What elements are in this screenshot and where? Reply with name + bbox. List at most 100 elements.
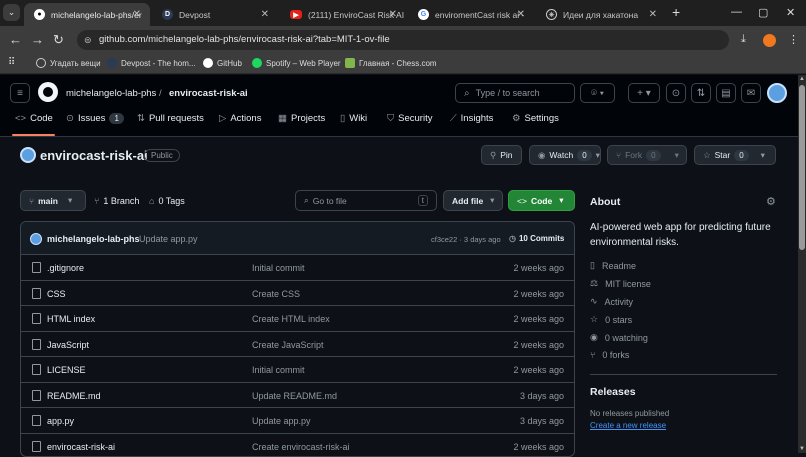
close-icon[interactable]: ✕	[133, 9, 141, 20]
site-info-icon[interactable]: ⊜	[84, 30, 92, 50]
repo-owner-link[interactable]: michelangelo-lab-phs	[66, 88, 156, 99]
file-name[interactable]: HTML index	[47, 314, 95, 324]
inbox-icon[interactable]: ✉	[741, 83, 761, 103]
file-commit-message[interactable]: Initial commit	[252, 263, 305, 273]
github-logo-icon[interactable]	[38, 82, 58, 102]
apps-grid-icon[interactable]: ⠿	[8, 57, 15, 68]
branches-link[interactable]: ⑂1 Branch	[94, 196, 139, 206]
page-scrollbar[interactable]: ▲ ▼	[798, 75, 806, 453]
copilot-button[interactable]: ⌾ ▾	[580, 83, 615, 103]
file-commit-message[interactable]: Create JavaScript	[252, 340, 324, 350]
file-commit-message[interactable]: Update README.md	[252, 391, 337, 401]
fork-button[interactable]: ⑂Fork0▾	[607, 145, 687, 165]
tab-projects[interactable]: ▦Projects	[278, 113, 325, 124]
bookmark-item[interactable]: Угадать вещи	[36, 58, 101, 68]
file-name[interactable]: .gitignore	[47, 263, 84, 273]
tab-insights[interactable]: ⟋Insights	[450, 113, 493, 124]
close-icon[interactable]: ✕	[649, 9, 657, 20]
tab-code[interactable]: <>Code	[15, 113, 53, 124]
address-bar[interactable]: ⊜ github.com/michelangelo-lab-phs/enviro…	[77, 30, 729, 50]
browser-tab-chatgpt[interactable]: ✳ Идеи для хакатона ✕	[536, 3, 666, 26]
close-icon[interactable]: ✕	[261, 9, 269, 20]
file-name[interactable]: CSS	[47, 289, 66, 299]
code-button[interactable]: <>Code▾	[508, 190, 575, 211]
file-row[interactable]: CSSCreate CSS2 weeks ago	[21, 281, 574, 307]
menu-kebab-icon[interactable]: ⋮	[788, 33, 799, 46]
close-icon[interactable]: ✕	[517, 9, 525, 20]
file-row[interactable]: envirocast-risk-ai Create envirocast-risk…	[21, 434, 574, 457]
file-name[interactable]: README.md	[47, 391, 101, 401]
scroll-up-icon[interactable]: ▲	[799, 76, 805, 82]
add-file-button[interactable]: Add file▾	[443, 190, 503, 211]
file-row[interactable]: .gitignoreInitial commit2 weeks ago	[21, 255, 574, 281]
file-row[interactable]: app.pyUpdate app.py3 days ago	[21, 408, 574, 434]
file-name[interactable]: app.py	[47, 416, 74, 426]
tab-security[interactable]: ⛉Security	[387, 113, 432, 124]
file-row[interactable]: LICENSEInitial commit2 weeks ago	[21, 357, 574, 383]
file-row[interactable]: HTML indexCreate HTML index2 weeks ago	[21, 306, 574, 332]
stars-link[interactable]: ☆0 stars	[590, 314, 632, 325]
watch-button[interactable]: ◉Watch0▾	[529, 145, 601, 165]
repo-title[interactable]: envirocast-risk-ai	[40, 148, 148, 163]
back-icon[interactable]: ←	[9, 32, 22, 47]
bookmark-item[interactable]: Главная - Chess.com	[345, 58, 437, 68]
repo-name-link[interactable]: envirocast-risk-ai	[169, 88, 248, 99]
tab-wiki[interactable]: ▯Wiki	[340, 113, 367, 124]
reload-icon[interactable]: ↻	[53, 32, 64, 48]
search-input[interactable]: ⌕ Type / to search	[455, 83, 575, 103]
new-tab-button[interactable]: +	[672, 4, 680, 20]
close-icon[interactable]: ✕	[389, 9, 397, 20]
file-commit-message[interactable]: Initial commit	[252, 365, 305, 375]
file-commit-message[interactable]: Update app.py	[252, 416, 311, 426]
profile-avatar[interactable]	[763, 34, 776, 47]
download-icon[interactable]: ⤓	[741, 33, 746, 46]
browser-tab-youtube[interactable]: ▶ (2111) EnviroCast Risk AI ✕	[280, 3, 406, 26]
file-row[interactable]: JavaScriptCreate JavaScript2 weeks ago	[21, 332, 574, 358]
browser-tab-devpost[interactable]: D Devpost ✕	[152, 3, 278, 26]
file-name[interactable]: LICENSE	[47, 365, 86, 375]
tab-actions[interactable]: ▷Actions	[219, 113, 261, 124]
hamburger-menu-button[interactable]: ≡	[10, 83, 30, 103]
file-commit-message[interactable]: Create CSS	[252, 289, 300, 299]
scrollbar-thumb[interactable]	[799, 85, 805, 250]
bookmark-item[interactable]: Devpost - The hom...	[107, 58, 196, 68]
commits-link[interactable]: ◷10 Commits	[509, 234, 564, 243]
create-new-button[interactable]: + ▾	[628, 83, 660, 103]
watching-link[interactable]: ◉0 watching	[590, 332, 648, 343]
maximize-icon[interactable]: ▢	[758, 6, 768, 19]
repositories-icon[interactable]: ▤	[716, 83, 736, 103]
pull-requests-icon[interactable]: ⇅	[691, 83, 711, 103]
commit-message[interactable]: Update app.py	[139, 234, 198, 244]
scroll-down-icon[interactable]: ▼	[799, 446, 805, 452]
tab-settings[interactable]: ⚙Settings	[512, 113, 559, 124]
forward-icon[interactable]: →	[31, 32, 44, 47]
tab-pull-requests[interactable]: ⇅Pull requests	[137, 113, 204, 124]
tab-issues[interactable]: ⊙Issues1	[66, 113, 124, 124]
commit-author[interactable]: michelangelo-lab-phs	[47, 234, 140, 244]
commit-meta[interactable]: cf3ce22 · 3 days ago	[431, 235, 501, 244]
releases-heading[interactable]: Releases	[590, 386, 636, 398]
browser-tab-github[interactable]: ● michelangelo-lab-phs/er ✕	[24, 3, 150, 26]
license-link[interactable]: ⚖MIT license	[590, 278, 651, 289]
tab-search-button[interactable]: ⌄	[3, 4, 20, 21]
about-settings-gear-icon[interactable]: ⚙	[766, 195, 776, 208]
file-commit-message[interactable]: Create envirocast-risk-ai	[252, 442, 350, 452]
pin-button[interactable]: ⚲Pin	[481, 145, 522, 165]
issues-icon[interactable]: ⊙	[666, 83, 686, 103]
browser-tab-google[interactable]: G enviromentCast risk ai - ✕	[408, 3, 534, 26]
minimize-icon[interactable]: —	[731, 6, 742, 18]
file-name[interactable]: JavaScript	[47, 340, 89, 350]
bookmark-item[interactable]: Spotify – Web Player	[252, 58, 341, 68]
file-row[interactable]: README.mdUpdate README.md3 days ago	[21, 383, 574, 409]
tags-link[interactable]: ⌂0 Tags	[149, 196, 185, 206]
file-name[interactable]: envirocast-risk-ai	[47, 442, 115, 452]
forks-link[interactable]: ⑂0 forks	[590, 350, 629, 360]
star-button[interactable]: ☆Star0▾	[694, 145, 776, 165]
goto-file-input[interactable]: ⌕ Go to file t	[295, 190, 437, 211]
file-commit-message[interactable]: Create HTML index	[252, 314, 330, 324]
readme-link[interactable]: ▯Readme	[590, 260, 636, 271]
activity-link[interactable]: ∿Activity	[590, 296, 633, 307]
close-window-icon[interactable]: ✕	[786, 6, 795, 19]
user-avatar[interactable]	[767, 83, 787, 103]
create-release-link[interactable]: Create a new release	[590, 421, 666, 430]
